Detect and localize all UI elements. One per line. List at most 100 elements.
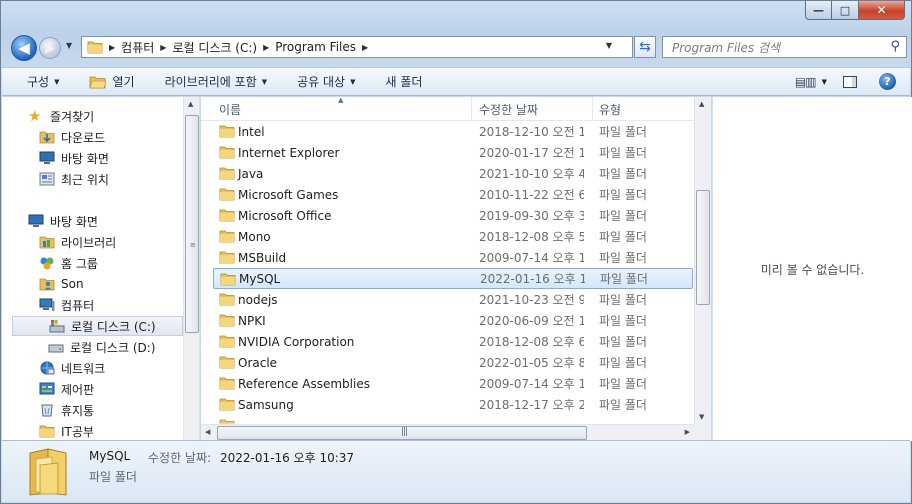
column-header-date-modified[interactable]: 수정한 날짜 <box>473 97 593 121</box>
breadcrumb-separator-icon[interactable]: ▶ <box>362 43 368 52</box>
breadcrumb-separator-icon[interactable]: ▶ <box>160 43 166 52</box>
recent-pages-dropdown[interactable]: ▼ <box>66 41 72 50</box>
help-icon[interactable]: ? <box>879 73 896 90</box>
view-dropdown-icon[interactable]: ▼ <box>822 78 827 86</box>
star-icon: ★ <box>28 107 42 125</box>
file-date-modified: 2021-10-10 오후 4:13 <box>479 167 584 181</box>
chevron-down-icon: ▼ <box>350 77 356 86</box>
table-row[interactable]: Oracle 2022-01-05 오후 8:43 파일 폴더 <box>213 352 693 373</box>
nav-item-libraries[interactable]: 라이브러리 <box>39 232 116 252</box>
table-row[interactable]: MSBuild 2009-07-14 오후 1:52 파일 폴더 <box>213 247 693 268</box>
breadcrumb-local-disk-c[interactable]: 로컬 디스크 (C:) <box>172 39 257 56</box>
nav-item-desktop-favorite[interactable]: 바탕 화면 <box>39 148 109 168</box>
scroll-up-icon[interactable]: ▲ <box>699 100 704 108</box>
file-type: 파일 폴더 <box>599 188 647 202</box>
table-row[interactable]: NPKI 2020-06-09 오전 10:05 파일 폴더 <box>213 310 693 331</box>
file-type: 파일 폴더 <box>599 314 647 328</box>
folder-icon <box>219 188 235 201</box>
search-icon[interactable]: ⚲ <box>890 39 900 54</box>
include-in-library-button[interactable]: 라이브러리에 포함 ▼ <box>145 67 278 96</box>
nav-item-recent-places[interactable]: 최근 위치 <box>39 169 109 189</box>
scroll-down-icon[interactable]: ▼ <box>699 413 704 421</box>
back-arrow-icon: ◀ <box>18 39 30 57</box>
nav-item-local-disk-d[interactable]: 로컬 디스크 (D:) <box>48 337 155 357</box>
file-type: 파일 폴더 <box>599 125 647 139</box>
nav-item-computer[interactable]: 컴퓨터 <box>39 295 94 315</box>
file-list: ▲ 이름 수정한 날짜 유형 Intel 2018-12-10 오전 11:02 파… <box>201 97 711 441</box>
caption-buttons: — □ ✕ <box>805 1 905 21</box>
navigation-pane-scrollbar[interactable]: ▲ ≡ <box>183 97 199 441</box>
scroll-up-icon[interactable]: ▲ <box>188 100 193 108</box>
nav-item-network[interactable]: 네트워크 <box>39 358 105 378</box>
table-row[interactable]: Java 2021-10-10 오후 4:13 파일 폴더 <box>213 163 693 184</box>
nav-item-recycle-bin[interactable]: 휴지통 <box>39 400 94 420</box>
open-button[interactable]: 열기 <box>69 67 144 96</box>
back-button[interactable]: ◀ <box>11 35 37 61</box>
file-date-modified: 2010-11-22 오전 6:56 <box>479 188 584 202</box>
nav-item-local-disk-c[interactable]: 로컬 디스크 (C:) <box>12 316 183 336</box>
folder-icon <box>219 377 235 390</box>
nav-label: 제어판 <box>61 382 95 397</box>
address-dropdown-icon[interactable]: ▼ <box>606 41 612 50</box>
close-button[interactable]: ✕ <box>859 1 905 20</box>
scrollbar-thumb[interactable]: ||| <box>217 426 587 440</box>
minimize-button[interactable]: — <box>805 1 832 20</box>
table-row[interactable]: Internet Explorer 2020-01-17 오전 10:21 파일 폴… <box>213 142 693 163</box>
file-list-vertical-scrollbar[interactable]: ▲ ▼ <box>694 97 711 424</box>
scroll-right-icon[interactable]: ▶ <box>685 428 690 436</box>
nav-item-favorites[interactable]: ★ 즐겨찾기 <box>28 106 94 126</box>
share-with-button[interactable]: 공유 대상 ▼ <box>277 67 365 96</box>
file-type: 파일 폴더 <box>599 230 647 244</box>
breadcrumb-separator-icon[interactable]: ▶ <box>109 43 115 52</box>
folder-icon <box>219 146 235 159</box>
recent-places-icon <box>39 172 55 186</box>
scrollbar-thumb[interactable] <box>696 190 710 305</box>
refresh-button[interactable]: ⇆ <box>634 36 656 58</box>
scrollbar-grip-icon: ≡ <box>190 241 196 249</box>
table-row[interactable]: Intel 2018-12-10 오전 11:02 파일 폴더 <box>213 121 693 142</box>
maximize-button[interactable]: □ <box>832 1 859 20</box>
large-folder-icon <box>29 448 67 496</box>
folder-icon <box>219 335 235 348</box>
table-row[interactable]: Mono 2018-12-08 오후 5:40 파일 폴더 <box>213 226 693 247</box>
table-row[interactable]: Microsoft Office 2019-09-30 오후 3:14 파일 폴더 <box>213 205 693 226</box>
organize-button[interactable]: 구성 ▼ <box>2 67 69 96</box>
change-view-icon[interactable]: ▤▥ <box>795 75 817 89</box>
file-date-modified: 2018-12-08 오후 6:27 <box>479 335 584 349</box>
breadcrumb-program-files[interactable]: Program Files <box>275 40 356 54</box>
scroll-left-icon[interactable]: ◀ <box>205 428 210 436</box>
column-header-name[interactable]: 이름 <box>213 97 472 121</box>
desktop-icon <box>28 214 44 227</box>
breadcrumb-separator-icon[interactable]: ▶ <box>263 43 269 52</box>
folder-icon <box>219 356 235 369</box>
address-bar[interactable]: ▶ 컴퓨터 ▶ 로컬 디스크 (C:) ▶ Program Files ▶ ▼ <box>81 36 633 58</box>
breadcrumb-computer[interactable]: 컴퓨터 <box>121 39 154 56</box>
table-row[interactable]: MySQL 2022-01-16 오후 10:37 파일 폴더 <box>213 268 693 289</box>
file-date-modified: 2022-01-16 오후 10:37 <box>480 272 585 286</box>
nav-label: 로컬 디스크 (C:) <box>71 319 156 334</box>
nav-item-homegroup[interactable]: 홈 그룹 <box>39 253 98 273</box>
table-row[interactable]: nodejs 2021-10-23 오전 9:18 파일 폴더 <box>213 289 693 310</box>
table-row[interactable]: NVIDIA Corporation 2018-12-08 오후 6:27 파일 폴… <box>213 331 693 352</box>
column-header-type[interactable]: 유형 <box>593 97 693 121</box>
search-box[interactable]: Program Files 검색 ⚲ <box>662 36 907 58</box>
nav-item-control-panel[interactable]: 제어판 <box>39 379 94 399</box>
scrollbar-thumb[interactable]: ≡ <box>185 115 199 333</box>
forward-button[interactable]: ▶ <box>39 37 61 59</box>
nav-label: 네트워크 <box>61 361 106 376</box>
system-drive-icon <box>49 320 65 333</box>
file-list-horizontal-scrollbar[interactable]: ◀ ||| ▶ <box>201 424 694 441</box>
nav-item-it-study[interactable]: IT공부 <box>39 421 94 441</box>
nav-item-user-son[interactable]: Son <box>39 274 84 294</box>
file-type: 파일 폴더 <box>599 167 647 181</box>
nav-item-downloads[interactable]: 다운로드 <box>39 127 105 147</box>
table-row[interactable]: Reference Assemblies 2009-07-14 오후 1:52 파일… <box>213 373 693 394</box>
table-row[interactable]: Samsung 2018-12-17 오후 2:30 파일 폴더 <box>213 394 693 415</box>
preview-pane-toggle-icon[interactable] <box>843 75 857 88</box>
nav-item-desktop[interactable]: 바탕 화면 <box>28 211 98 231</box>
computer-icon <box>39 298 55 311</box>
file-type: 파일 폴더 <box>599 251 647 265</box>
navigation-bar: ◀ ▶ ▼ ▶ 컴퓨터 ▶ 로컬 디스크 (C:) ▶ Program File… <box>9 31 907 63</box>
table-row[interactable]: Microsoft Games 2010-11-22 오전 6:56 파일 폴더 <box>213 184 693 205</box>
new-folder-button[interactable]: 새 폴더 <box>365 67 432 96</box>
